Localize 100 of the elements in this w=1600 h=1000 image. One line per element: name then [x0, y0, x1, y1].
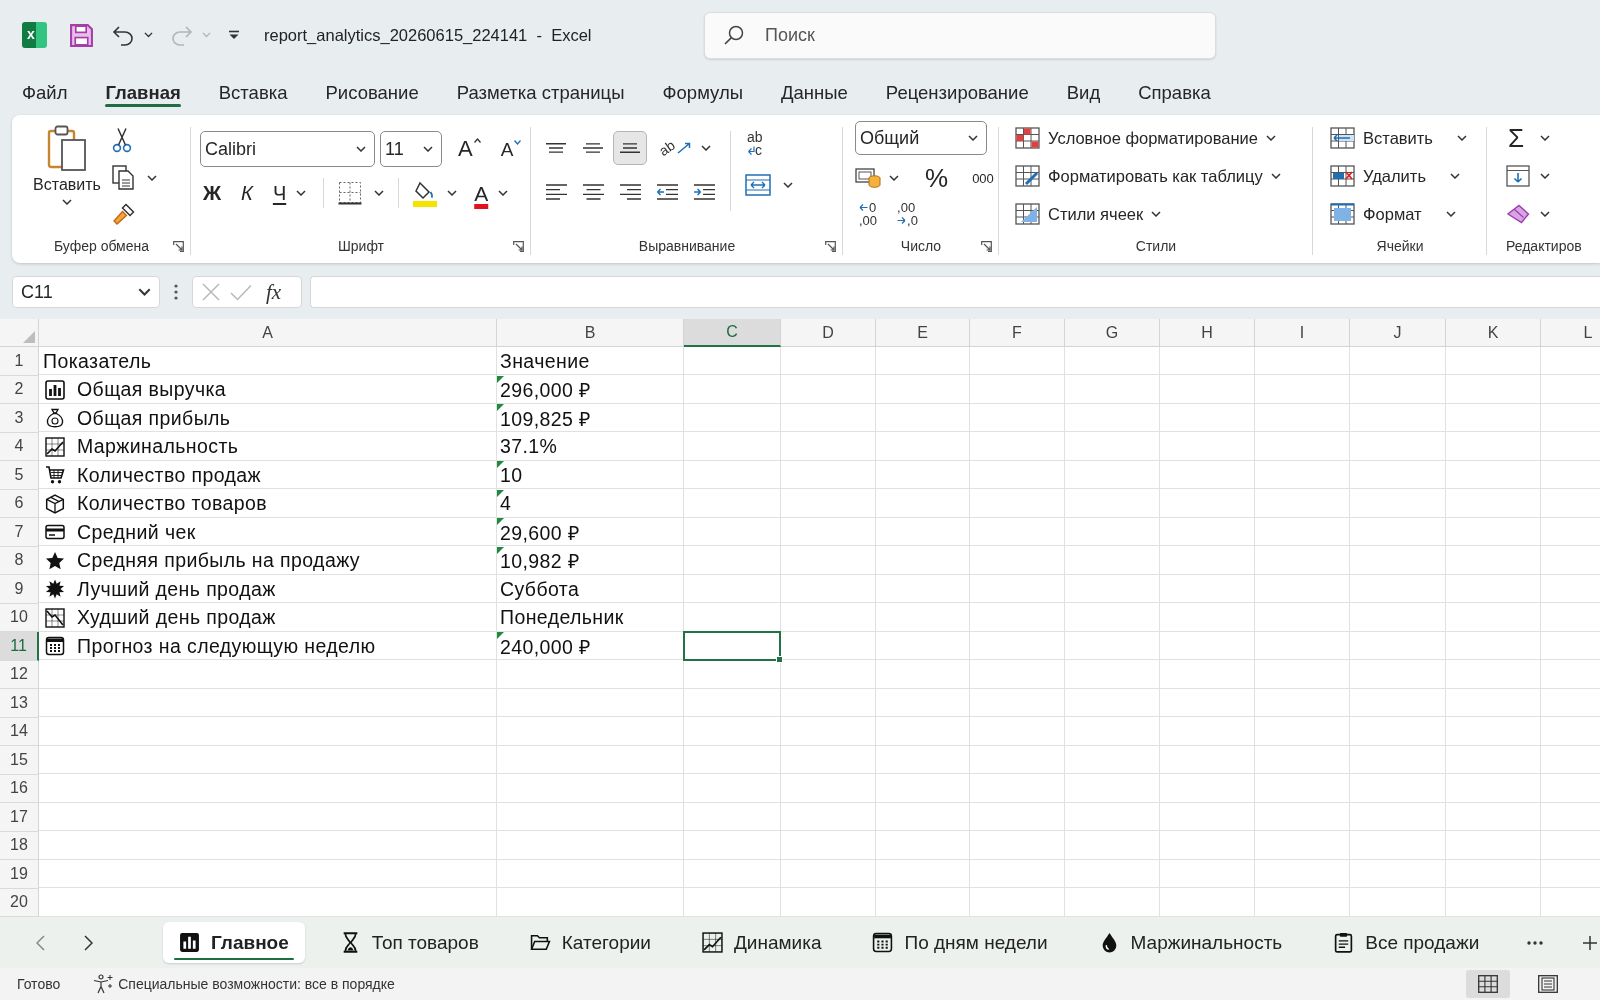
decrease-font-button[interactable]: A [498, 139, 524, 159]
cells-command-button[interactable]: Вставить [1330, 119, 1467, 157]
sheet-tab[interactable]: Динамика [685, 922, 838, 963]
merge-cells-icon[interactable] [745, 174, 771, 196]
column-header[interactable]: F [970, 319, 1065, 347]
dialog-launcher-icon[interactable] [173, 240, 184, 252]
italic-button[interactable]: К [238, 183, 256, 203]
menu-tab[interactable]: Справка [1119, 70, 1230, 115]
sheet-tab[interactable]: Топ товаров [323, 922, 495, 963]
column-header[interactable]: E [876, 319, 970, 347]
chevron-down-icon[interactable] [783, 182, 793, 188]
format-cells-icon[interactable] [1330, 203, 1355, 225]
font-size-combobox[interactable]: 11 [380, 131, 442, 167]
two-pages-icon[interactable] [112, 165, 134, 190]
menu-tab[interactable]: Вставка [199, 70, 307, 115]
undo-icon[interactable] [112, 24, 135, 46]
align-center-icon[interactable] [582, 183, 605, 201]
borders-icon[interactable] [338, 181, 363, 205]
sheet-tab[interactable]: Категории [513, 922, 667, 963]
table-pen-icon[interactable] [1015, 165, 1040, 187]
chevron-down-icon[interactable] [374, 190, 385, 196]
insert-function-button[interactable]: fx [266, 279, 282, 305]
paste-button[interactable]: Вставить [30, 121, 104, 205]
autosum-button[interactable]: Σ [1506, 125, 1527, 151]
underline-button[interactable]: Ч [269, 183, 310, 203]
sheet-tab[interactable]: По дням недели [856, 922, 1064, 963]
dialog-launcher-icon[interactable] [825, 240, 836, 252]
paint-bucket-icon[interactable] [413, 179, 438, 207]
decrease-decimal-button[interactable]: ,00 ,0 [897, 201, 918, 227]
menu-tab[interactable]: Рисование [306, 70, 438, 115]
chevron-down-icon[interactable] [1540, 135, 1551, 141]
styles-command-button[interactable]: Условное форматирование [1015, 119, 1276, 157]
dialog-launcher-icon[interactable] [981, 240, 992, 252]
fill-handle-icon[interactable] [776, 655, 783, 663]
delete-cells-icon[interactable] [1330, 165, 1355, 187]
menu-tab[interactable]: Данные [762, 70, 867, 115]
search-field[interactable]: Поиск [704, 11, 1216, 59]
accessibility-status[interactable]: Специальные возможности: все в порядке [118, 976, 395, 992]
orientation-button[interactable]: ab [659, 131, 711, 165]
eraser-icon[interactable] [1506, 204, 1530, 224]
checkmark-icon[interactable] [230, 283, 252, 301]
vertical-dots-icon[interactable] [174, 284, 178, 300]
column-header[interactable]: K [1446, 319, 1541, 347]
column-header[interactable]: G [1065, 319, 1160, 347]
chevron-down-icon[interactable] [1540, 211, 1550, 217]
column-header[interactable]: H [1160, 319, 1255, 347]
decrease-indent-icon[interactable] [656, 183, 679, 201]
cells-command-button[interactable]: Формат [1330, 195, 1456, 233]
increase-indent-icon[interactable] [693, 183, 716, 201]
column-header[interactable]: A [39, 319, 497, 347]
paintbrush-icon[interactable] [112, 202, 136, 226]
column-header[interactable]: D [781, 319, 876, 347]
chevron-down-icon[interactable] [1540, 173, 1550, 179]
styles-command-button[interactable]: Стили ячеек [1015, 195, 1162, 233]
fill-down-icon[interactable] [1506, 165, 1530, 187]
column-header[interactable]: C [684, 319, 781, 347]
styles-command-button[interactable]: Форматировать как таблицу [1015, 157, 1281, 195]
column-header[interactable]: J [1350, 319, 1446, 347]
chevron-down-icon[interactable] [144, 32, 153, 38]
chevron-down-icon[interactable] [147, 174, 157, 181]
font-color-button[interactable]: A [471, 182, 512, 204]
chevron-left-icon[interactable] [36, 934, 45, 951]
menu-tab[interactable]: Файл [3, 70, 87, 115]
wrap-text-button[interactable]: ab c [745, 131, 765, 157]
column-header[interactable]: B [497, 319, 684, 347]
sheet-tab[interactable]: Все продажи [1317, 922, 1496, 963]
chevron-right-icon[interactable] [84, 934, 93, 951]
more-icon[interactable] [1527, 940, 1543, 945]
cells-command-button[interactable]: Удалить [1330, 157, 1460, 195]
menu-tab[interactable]: Рецензирование [866, 70, 1048, 115]
chevron-down-icon[interactable] [889, 175, 899, 181]
save-icon[interactable] [69, 22, 94, 48]
number-format-combobox[interactable]: Общий [855, 121, 987, 155]
dialog-launcher-icon[interactable] [513, 240, 524, 252]
menu-tab[interactable]: Разметка страницы [437, 70, 644, 115]
font-name-combobox[interactable]: Calibri [200, 131, 375, 167]
menu-tab[interactable]: Формулы [643, 70, 762, 115]
align-left-icon[interactable] [545, 183, 568, 201]
thousands-button[interactable]: 000 [970, 171, 996, 185]
currency-icon[interactable] [855, 167, 881, 189]
name-box[interactable]: C11 [12, 276, 160, 308]
view-button[interactable] [1466, 970, 1510, 998]
conditional-format-icon[interactable] [1015, 127, 1040, 149]
sheet-tab[interactable]: Главное [163, 922, 305, 963]
bold-button[interactable]: Ж [200, 183, 225, 203]
vertical-align-button[interactable] [613, 131, 647, 165]
customize-icon[interactable] [228, 30, 240, 40]
menu-tab[interactable]: Вид [1047, 70, 1120, 115]
column-header[interactable]: I [1255, 319, 1350, 347]
increase-decimal-button[interactable]: 0 ,00 [859, 201, 878, 227]
scissors-icon[interactable] [112, 127, 132, 153]
increase-font-button[interactable]: A [456, 138, 483, 160]
plus-icon[interactable] [1583, 935, 1597, 950]
percent-button[interactable]: % [923, 165, 951, 191]
align-right-icon[interactable] [619, 183, 642, 201]
cell-styles-icon[interactable] [1015, 203, 1040, 225]
column-header[interactable]: L [1541, 319, 1600, 347]
sheet-tab[interactable]: Маржинальность [1082, 922, 1299, 963]
active-cell[interactable] [683, 631, 781, 661]
menu-tab[interactable]: Главная [86, 70, 200, 115]
